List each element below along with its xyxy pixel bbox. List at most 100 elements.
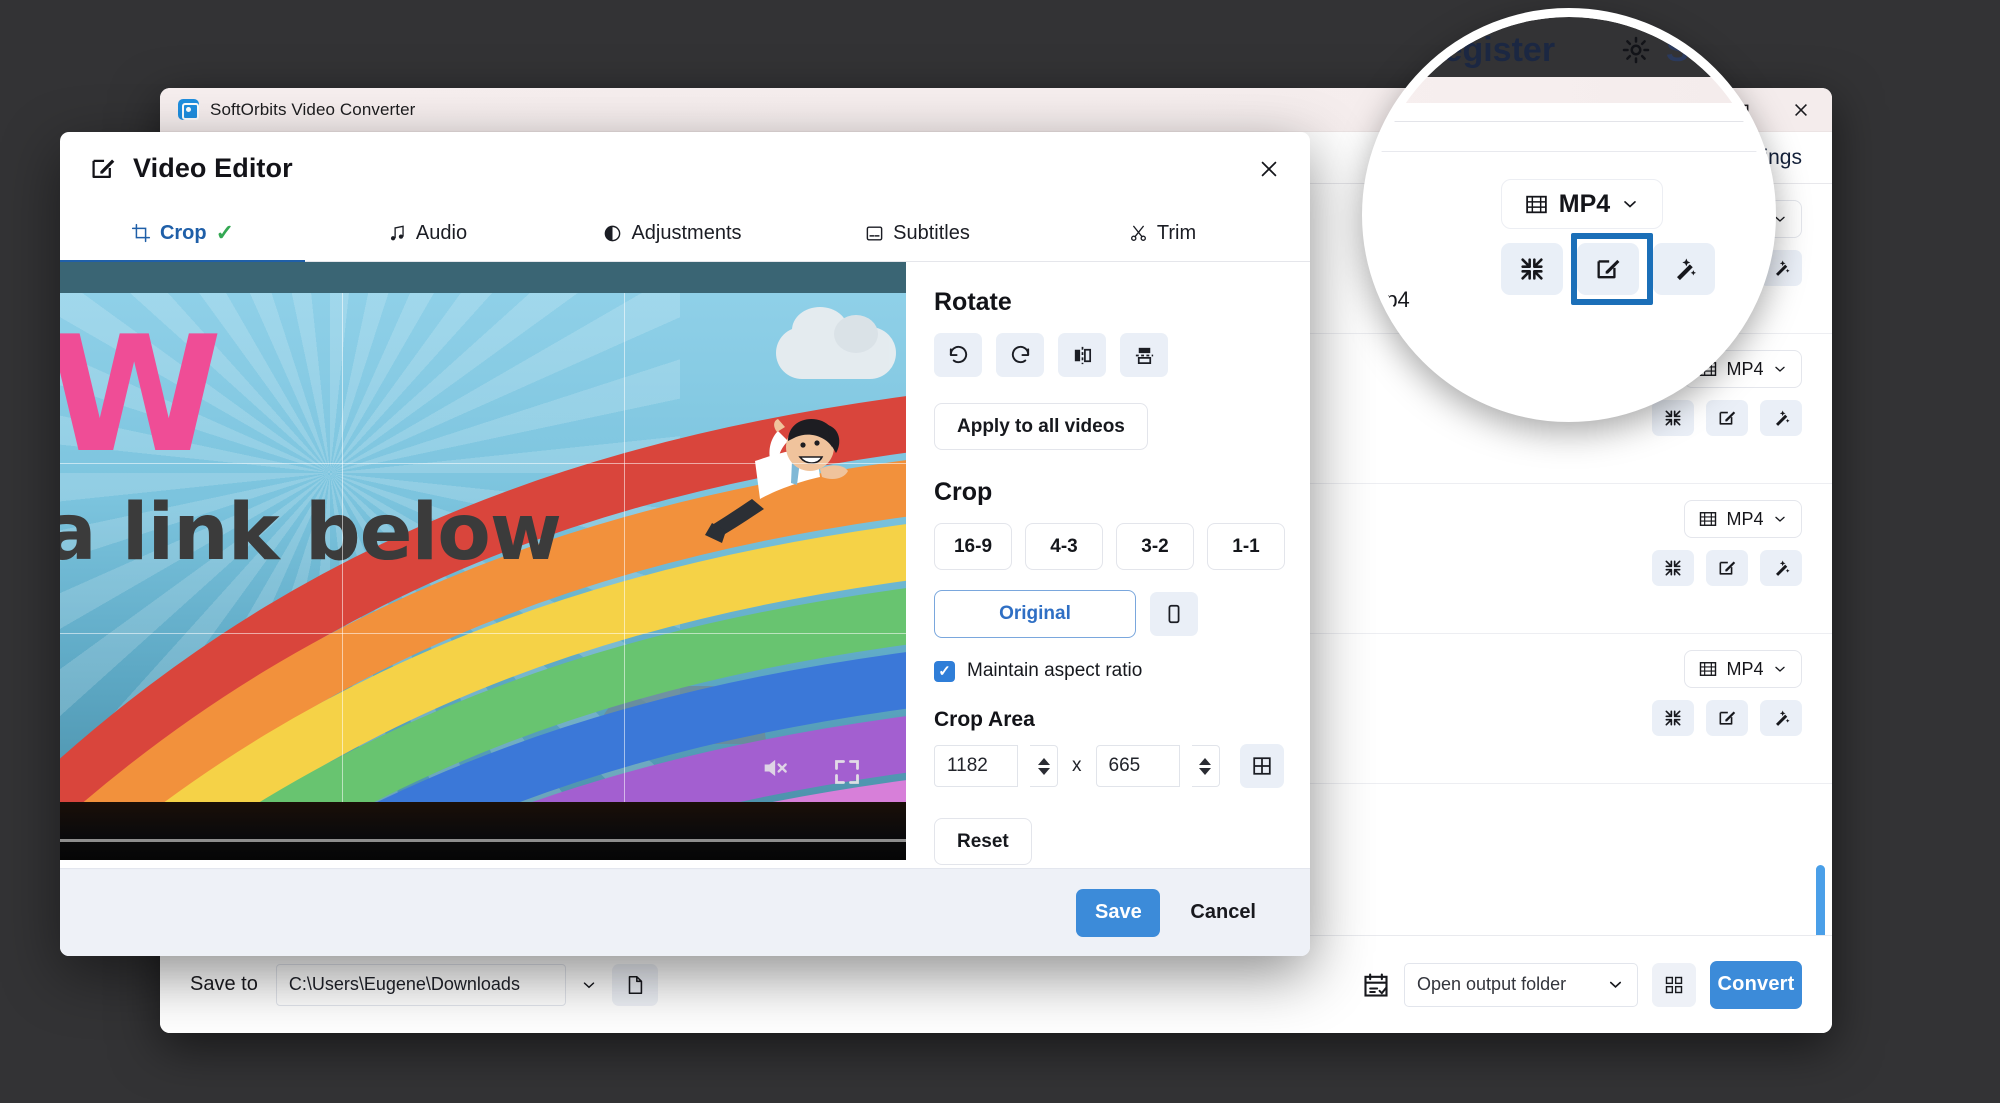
tab-audio-label: Audio bbox=[415, 221, 468, 244]
compress-icon bbox=[1521, 258, 1543, 280]
compress-button[interactable] bbox=[1652, 400, 1694, 436]
compress-button[interactable] bbox=[1652, 550, 1694, 586]
original-ratio-button[interactable]: Original bbox=[934, 590, 1136, 638]
rotate-right-button[interactable] bbox=[996, 333, 1044, 377]
reset-label: Reset bbox=[957, 830, 1009, 852]
edit-button[interactable] bbox=[1706, 700, 1748, 736]
output-path-dropdown[interactable] bbox=[566, 964, 612, 1006]
format-select[interactable]: MP4 bbox=[1684, 500, 1802, 538]
merge-button[interactable] bbox=[1652, 962, 1696, 1007]
preview-letterbox-top bbox=[60, 262, 906, 293]
tab-subtitles[interactable]: Subtitles bbox=[795, 204, 1040, 262]
magnifier-format-select[interactable]: MP4 bbox=[1501, 179, 1663, 229]
output-action-select[interactable]: Open output folder bbox=[1404, 962, 1638, 1007]
tab-subtitles-label: Subtitles bbox=[893, 221, 970, 244]
close-icon bbox=[1261, 161, 1277, 177]
reset-button[interactable]: Reset bbox=[934, 818, 1032, 865]
chevron-down-icon bbox=[1624, 201, 1637, 208]
flip-vertical-icon bbox=[1135, 347, 1153, 364]
ratio-3-2-button[interactable]: 3-2 bbox=[1116, 523, 1194, 570]
preview-word-w: W bbox=[60, 301, 223, 488]
flip-horizontal-icon bbox=[1074, 346, 1091, 364]
flip-vertical-button[interactable] bbox=[1120, 333, 1168, 377]
compress-icon bbox=[1665, 410, 1681, 426]
cancel-label: Cancel bbox=[1190, 901, 1256, 923]
output-path-input[interactable]: C:\Users\Eugene\Downloads bbox=[275, 963, 566, 1006]
ratio-16-9-button[interactable]: 16-9 bbox=[934, 523, 1012, 570]
subtitles-icon bbox=[866, 225, 883, 241]
dialog-body: W a link below Rotate Apply to all video… bbox=[60, 262, 1310, 868]
magic-wand-icon bbox=[1776, 410, 1790, 426]
crop-width-value: 1182 bbox=[947, 755, 988, 776]
magnifier-compress-button[interactable] bbox=[1501, 243, 1563, 295]
magnifier-titlebar-band bbox=[1371, 77, 1767, 103]
crop-height-value: 665 bbox=[1108, 755, 1141, 776]
chevron-down-icon bbox=[1774, 366, 1785, 372]
crop-grid-toggle-button[interactable] bbox=[1239, 744, 1284, 788]
magnifier-divider-2 bbox=[1371, 151, 1767, 152]
enhance-button[interactable] bbox=[1760, 550, 1802, 586]
crop-area-row: 1182 x 665 bbox=[934, 744, 1310, 788]
browse-folder-button[interactable] bbox=[611, 963, 658, 1006]
crop-width-stepper[interactable] bbox=[1030, 745, 1058, 787]
merge-icon bbox=[1665, 976, 1683, 993]
apply-to-all-videos-button[interactable]: Apply to all videos bbox=[934, 403, 1148, 450]
page-title: Video Editor bbox=[133, 152, 293, 183]
edit-icon bbox=[1719, 561, 1736, 575]
mute-icon[interactable] bbox=[760, 754, 788, 782]
cancel-button[interactable]: Cancel bbox=[1176, 889, 1270, 937]
crop-height-decrement[interactable] bbox=[1199, 767, 1211, 775]
maintain-aspect-ratio-label: Maintain aspect ratio bbox=[967, 660, 1143, 681]
grid-icon bbox=[1252, 757, 1271, 775]
tab-adjustments[interactable]: Adjustments bbox=[550, 204, 795, 262]
ratio-4-3-button[interactable]: 4-3 bbox=[1025, 523, 1103, 570]
enhance-button[interactable] bbox=[1760, 400, 1802, 436]
convert-button[interactable]: Convert bbox=[1710, 960, 1802, 1009]
file-list-scrollbar[interactable] bbox=[1816, 280, 1828, 955]
convert-label: Convert bbox=[1717, 973, 1795, 995]
magnifier-file-suffix: mp4 bbox=[1371, 287, 1410, 312]
crop-width-increment[interactable] bbox=[1037, 757, 1050, 765]
crop-done-check-icon: ✓ bbox=[215, 220, 235, 245]
crop-height-input[interactable]: 665 bbox=[1095, 745, 1180, 787]
editor-tabs: Crop ✓ Audio Adjustments Subtitles Trim bbox=[60, 204, 1310, 263]
screen-root: SoftOrbits Video Converter Register bbox=[0, 0, 2000, 1103]
ratio-4-3-label: 4-3 bbox=[1050, 535, 1078, 557]
tab-trim[interactable]: Trim bbox=[1040, 204, 1285, 262]
magnifier-settings-label: Se bbox=[1666, 31, 1708, 69]
crop-height-stepper[interactable] bbox=[1191, 745, 1220, 787]
magnifier-enhance-button[interactable] bbox=[1653, 243, 1715, 295]
crop-width-input[interactable]: 1182 bbox=[934, 745, 1018, 787]
save-label: Save bbox=[1095, 901, 1142, 923]
enhance-button[interactable] bbox=[1760, 700, 1802, 736]
chevron-down-icon bbox=[583, 981, 595, 988]
crop-width-decrement[interactable] bbox=[1037, 767, 1050, 775]
preview-caption: a link below bbox=[60, 488, 562, 578]
chevron-down-icon bbox=[1774, 666, 1785, 672]
fullscreen-icon[interactable] bbox=[833, 758, 861, 786]
crop-height-increment[interactable] bbox=[1199, 757, 1211, 765]
flip-horizontal-button[interactable] bbox=[1058, 333, 1106, 377]
row-actions bbox=[1512, 550, 1802, 586]
ratio-1-1-button[interactable]: 1-1 bbox=[1207, 523, 1285, 570]
dialog-close-button[interactable] bbox=[1250, 150, 1288, 188]
video-preview[interactable]: W a link below bbox=[60, 262, 906, 860]
format-select[interactable]: MP4 bbox=[1684, 650, 1802, 688]
tab-crop[interactable]: Crop ✓ bbox=[60, 204, 305, 263]
portrait-ratio-button[interactable] bbox=[1150, 592, 1198, 636]
maintain-aspect-ratio-checkbox[interactable]: ✓ bbox=[934, 660, 955, 682]
resize-arrows-icon bbox=[1381, 345, 1399, 363]
original-label: Original bbox=[999, 603, 1071, 624]
compress-button[interactable] bbox=[1652, 700, 1694, 736]
dialog-footer: Save Cancel bbox=[60, 868, 1310, 956]
save-button[interactable]: Save bbox=[1076, 888, 1161, 937]
tab-adjustments-label: Adjustments bbox=[631, 221, 742, 244]
maintain-aspect-ratio-row[interactable]: ✓ Maintain aspect ratio bbox=[934, 660, 1310, 682]
tab-audio[interactable]: Audio bbox=[305, 204, 550, 262]
edit-button[interactable] bbox=[1706, 400, 1748, 436]
original-ratio-row: Original bbox=[934, 590, 1310, 638]
edit-button[interactable] bbox=[1706, 550, 1748, 586]
close-button[interactable] bbox=[1770, 88, 1832, 132]
magic-wand-icon bbox=[1776, 560, 1790, 576]
rotate-left-button[interactable] bbox=[934, 333, 982, 377]
